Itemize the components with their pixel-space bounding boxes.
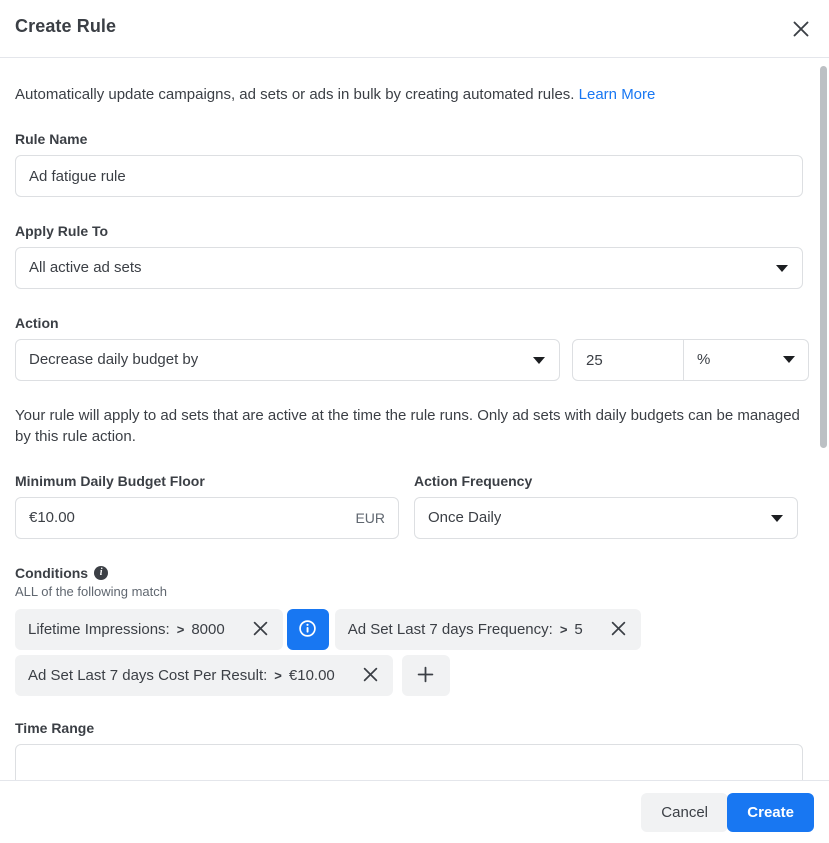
- learn-more-link[interactable]: Learn More: [579, 86, 656, 103]
- intro-text: Automatically update campaigns, ad sets …: [15, 58, 803, 105]
- chevron-down-icon: [783, 356, 795, 363]
- scrollbar-thumb[interactable]: [820, 66, 827, 448]
- rule-name-input[interactable]: [15, 155, 803, 197]
- action-type-value: Decrease daily budget by: [29, 351, 199, 368]
- intro-description: Automatically update campaigns, ad sets …: [15, 86, 575, 103]
- vertical-scrollbar[interactable]: [815, 58, 829, 780]
- condition-chip[interactable]: Ad Set Last 7 days Cost Per Result: > €1…: [15, 655, 348, 696]
- remove-condition-button[interactable]: [595, 609, 641, 650]
- info-icon: [299, 619, 316, 640]
- dialog-header: Create Rule: [0, 0, 829, 58]
- conditions-label: Conditions: [15, 565, 89, 581]
- min-budget-currency: EUR: [355, 510, 385, 526]
- condition-chip[interactable]: Ad Set Last 7 days Frequency: > 5: [334, 609, 596, 650]
- conditions-header: Conditions i: [15, 565, 803, 581]
- min-budget-input[interactable]: €10.00 EUR: [15, 497, 399, 539]
- action-unit-select[interactable]: %: [683, 340, 808, 380]
- action-frequency-label: Action Frequency: [414, 473, 533, 489]
- apply-rule-to-select[interactable]: All active ad sets: [15, 247, 803, 289]
- chevron-down-icon: [771, 515, 783, 522]
- close-icon: [362, 666, 379, 686]
- condition-value: €10.00: [288, 667, 335, 684]
- create-button[interactable]: Create: [727, 793, 814, 832]
- chevron-down-icon: [533, 357, 545, 364]
- action-helper-text: Your rule will apply to ad sets that are…: [15, 407, 800, 445]
- plus-icon: [416, 665, 435, 687]
- condition-metric: Ad Set Last 7 days Cost Per Result:: [28, 667, 268, 684]
- time-range-label: Time Range: [15, 720, 95, 736]
- conditions-chips: Lifetime Impressions: > 8000 Ad Set Last…: [15, 609, 803, 696]
- time-range-select[interactable]: [15, 744, 803, 780]
- condition-value: 5: [574, 621, 583, 638]
- action-type-select[interactable]: Decrease daily budget by: [15, 339, 560, 381]
- budget-frequency-row: Minimum Daily Budget Floor €10.00 EUR Ac…: [15, 447, 803, 539]
- condition-operator: >: [559, 622, 568, 637]
- remove-condition-button[interactable]: [237, 609, 283, 650]
- conditions-subtitle: ALL of the following match: [15, 584, 167, 599]
- condition-metric: Lifetime Impressions:: [28, 621, 170, 638]
- close-icon: [781, 19, 821, 39]
- min-budget-value: €10.00: [29, 509, 75, 526]
- action-row: Decrease daily budget by %: [15, 339, 809, 381]
- action-amount-input[interactable]: [573, 340, 683, 380]
- close-icon: [610, 620, 627, 640]
- cancel-button[interactable]: Cancel: [641, 793, 728, 832]
- condition-row: Lifetime Impressions: > 8000 Ad Set Last…: [15, 609, 803, 650]
- page-title: Create Rule: [15, 16, 117, 36]
- condition-info-button[interactable]: [286, 609, 329, 650]
- remove-condition-button[interactable]: [347, 655, 393, 696]
- info-icon[interactable]: i: [94, 566, 109, 580]
- create-rule-dialog: Create Rule Automatically update campaig…: [0, 0, 829, 843]
- action-label: Action: [15, 315, 59, 331]
- condition-metric: Ad Set Last 7 days Frequency:: [347, 621, 553, 638]
- dialog-footer: Cancel Create: [0, 780, 829, 843]
- apply-rule-to-value: All active ad sets: [29, 259, 142, 276]
- action-unit-value: %: [697, 351, 711, 368]
- close-button[interactable]: [781, 9, 821, 49]
- rule-name-label: Rule Name: [15, 131, 88, 147]
- condition-row: Ad Set Last 7 days Cost Per Result: > €1…: [15, 655, 803, 696]
- condition-value: 8000: [191, 621, 225, 638]
- dialog-body: Automatically update campaigns, ad sets …: [0, 58, 829, 780]
- apply-rule-to-label: Apply Rule To: [15, 223, 109, 239]
- action-amount-group: %: [572, 339, 809, 381]
- action-frequency-select[interactable]: Once Daily: [414, 497, 798, 539]
- condition-operator: >: [176, 622, 185, 637]
- close-icon: [252, 620, 269, 640]
- condition-chip[interactable]: Lifetime Impressions: > 8000: [15, 609, 238, 650]
- action-frequency-value: Once Daily: [428, 509, 502, 526]
- condition-operator: >: [274, 668, 282, 683]
- add-condition-button[interactable]: [401, 655, 450, 696]
- min-budget-label: Minimum Daily Budget Floor: [15, 473, 205, 489]
- chevron-down-icon: [776, 265, 788, 272]
